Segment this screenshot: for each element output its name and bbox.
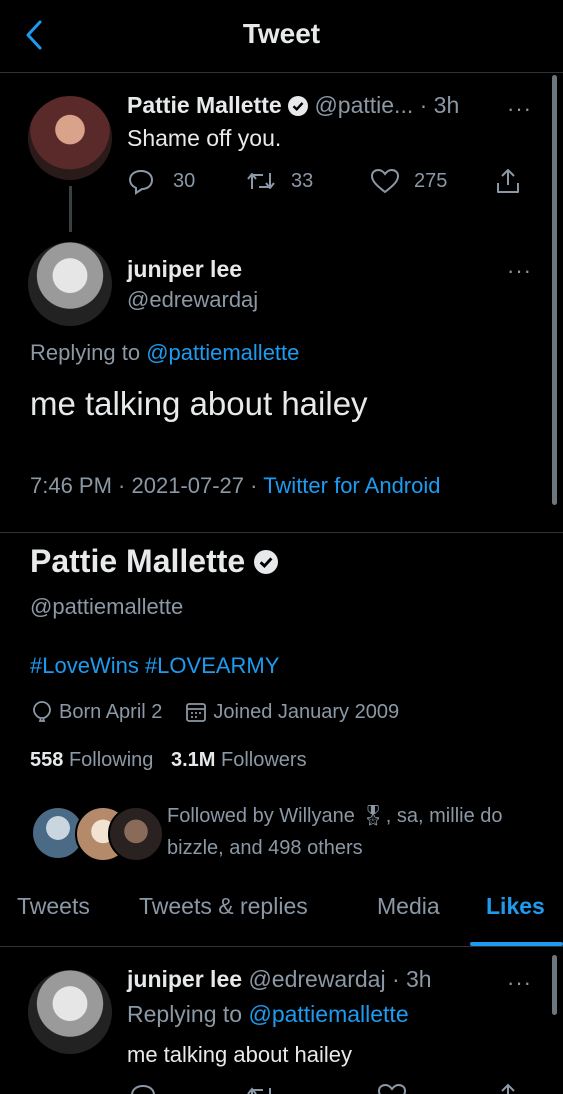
tab-tweets[interactable]: Tweets [17,893,90,920]
following-count: 558 [30,749,64,771]
followers-link[interactable]: 3.1M Followers [171,749,307,771]
liked-tweet-heart-icon[interactable] [377,1082,407,1094]
liked-tweet-retweet-icon[interactable] [245,1082,277,1094]
parent-share-button[interactable] [494,167,522,200]
liked-tweet-replying-prefix: Replying to [127,1001,243,1027]
liked-tweet-share-icon[interactable] [494,1082,522,1094]
profile-name: Pattie Mallette [30,543,246,579]
profile-handle: @pattiemallette [30,594,184,619]
parent-more-icon[interactable]: ··· [507,96,532,122]
tweet-scrollbar[interactable] [552,75,557,505]
main-author-handle[interactable]: @edrewardaj [127,287,258,313]
tabs-divider [0,946,563,947]
birthday-balloon-icon [33,701,51,722]
main-replying-prefix: Replying to [30,340,141,365]
profile-joined: Joined January 2009 [213,700,400,723]
header-divider [0,72,563,73]
heart-icon [370,168,400,194]
profile-verified-badge-icon [254,550,279,574]
following-link[interactable]: 558 Following [30,749,159,771]
main-timestamp: 7:46 PM · 2021-07-27 · [30,473,258,498]
parent-author-name[interactable]: Pattie Mallette [127,92,282,118]
followed-by-text[interactable]: Followed by Willyane 🎖, sa, millie do bi… [167,800,503,864]
thread-line [69,186,72,232]
share-icon [497,169,519,193]
parent-handle-time: @pattie... · 3h [314,92,460,118]
main-replying-link[interactable]: @pattiemallette [146,340,299,365]
profile-bio-hashtags[interactable]: #LoveWins #LOVEARMY [30,653,279,679]
parent-avatar[interactable] [28,96,112,180]
parent-retweet-count: 33 [291,169,314,192]
header-title: Tweet [242,18,321,49]
followers-label: Followers [221,749,307,771]
following-label: Following [68,749,154,771]
liked-tweet-handle-time: @edrewardaj · 3h [248,966,432,992]
tab-media[interactable]: Media [377,893,440,920]
parent-reply-count: 30 [173,169,196,192]
parent-like-count: 275 [414,169,448,192]
liked-tweet-more-icon[interactable]: ··· [507,970,532,996]
tab-likes[interactable]: Likes [486,893,545,920]
tab-tweets-and-replies[interactable]: Tweets & replies [139,893,308,920]
liked-tweet-avatar[interactable] [28,970,112,1054]
calendar-icon [186,703,207,722]
liked-tweet-author-name[interactable]: juniper lee [127,966,242,992]
main-author-name[interactable]: juniper lee [127,256,242,283]
liked-tweet-text: me talking about hailey [127,1042,353,1067]
reply-icon [128,169,154,195]
retweet-icon [247,173,275,189]
main-more-icon[interactable]: ··· [507,258,532,284]
parent-tweet-text: Shame off you. [127,125,282,151]
followers-count: 3.1M [170,749,216,771]
parent-retweet-button[interactable]: 33 [245,167,313,195]
verified-badge-icon [288,96,309,116]
main-avatar[interactable] [28,242,112,326]
main-source-link[interactable]: Twitter for Android [263,473,440,498]
tweet-profile-divider [0,532,563,533]
liked-tweet-reply-icon[interactable] [129,1082,157,1094]
followed-by-line-1: Followed by Willyane 🎖, sa, millie do [167,805,503,827]
timeline-scrollbar[interactable] [552,955,557,1015]
main-tweet-text: me talking about hailey [30,385,368,422]
parent-reply-button[interactable]: 30 [127,167,195,195]
liked-tweet-action-row [127,1082,527,1094]
profile-born: Born April 2 [59,700,163,723]
parent-like-button[interactable]: 275 [370,167,447,195]
followed-by-line-2: bizzle, and 498 others [167,837,363,859]
follower-avatar-3[interactable] [108,806,164,862]
liked-tweet-replying-link[interactable]: @pattiemallette [248,1001,408,1027]
